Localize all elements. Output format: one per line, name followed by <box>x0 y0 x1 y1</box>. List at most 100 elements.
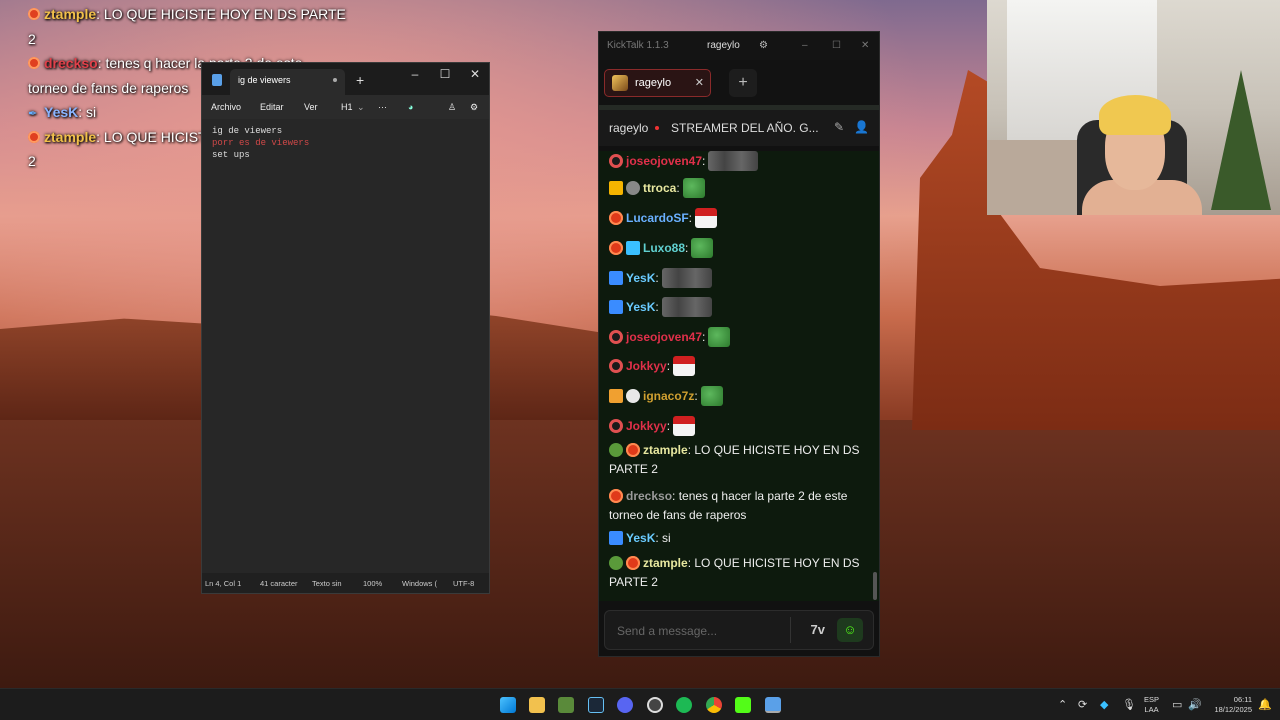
unsaved-dot-icon[interactable] <box>333 78 337 82</box>
language-indicator[interactable]: ESP LAA <box>1144 695 1159 715</box>
pepe-emote-icon[interactable] <box>700 386 723 406</box>
chat-message[interactable]: ztample: LO QUE HICISTE HOY EN DS PARTE … <box>609 554 867 592</box>
sub-badge-icon[interactable] <box>609 330 623 344</box>
defender-icon[interactable]: ◆ <box>1100 698 1108 711</box>
chat-username[interactable]: ztample <box>643 443 688 457</box>
grp-emote-icon[interactable] <box>661 268 712 288</box>
one-badge-icon[interactable] <box>609 181 623 195</box>
discord-icon[interactable] <box>617 697 633 713</box>
og-badge-icon[interactable] <box>609 211 623 225</box>
current-user[interactable]: rageylo <box>707 40 740 51</box>
add-channel-button[interactable]: + <box>729 69 757 97</box>
windows-start-icon[interactable] <box>500 697 516 713</box>
notifications-icon[interactable]: 🔔 <box>1258 698 1272 711</box>
santa-emote-icon[interactable] <box>695 208 718 228</box>
chat-username[interactable]: dreckso <box>626 489 672 503</box>
chat-message[interactable]: dreckso: tenes q hacer la parte 2 de est… <box>609 487 867 525</box>
mod-badge-icon[interactable] <box>609 271 623 285</box>
obs-icon[interactable] <box>647 697 663 713</box>
bot-badge-icon[interactable] <box>609 556 623 570</box>
chat-message[interactable]: YesK: <box>609 268 867 288</box>
chat-message[interactable]: Luxo88: <box>609 238 867 258</box>
sub-badge-icon[interactable] <box>609 359 623 373</box>
chat-message[interactable]: Jokkyy: <box>609 416 867 436</box>
menu-file[interactable]: Archivo <box>211 102 241 112</box>
chat-username[interactable]: joseojoven47 <box>626 154 702 168</box>
chat-username[interactable]: Jokkyy <box>626 359 667 373</box>
bot-badge-icon[interactable] <box>609 443 623 457</box>
chat-username[interactable]: YesK <box>626 271 655 285</box>
chat-message[interactable]: LucardoSF: <box>609 208 867 228</box>
minimize-button[interactable]: – <box>802 40 808 51</box>
chat-message[interactable]: ttroca: <box>609 178 867 198</box>
sub-badge-icon[interactable] <box>609 154 623 168</box>
minecraft-icon[interactable] <box>558 697 574 713</box>
pepe-emote-icon[interactable] <box>708 327 731 347</box>
tab-rageylo[interactable]: rageylo ✕ <box>604 69 711 97</box>
santa-emote-icon[interactable] <box>673 356 696 376</box>
sub-badge-icon[interactable] <box>609 419 623 433</box>
status-zoom[interactable]: 100% <box>363 579 382 588</box>
sync-icon[interactable]: ⟳ <box>1078 698 1087 711</box>
chat-message[interactable]: YesK: si <box>609 529 867 548</box>
chat-message[interactable]: ignaco7z: <box>609 386 867 406</box>
spotify-icon[interactable] <box>676 697 692 713</box>
minimize-button[interactable]: – <box>400 67 430 81</box>
kicktalk-titlebar[interactable]: KickTalk 1.1.3 rageylo ⚙ – ☐ ✕ <box>599 32 879 60</box>
menu-view[interactable]: Ver <box>304 102 318 112</box>
notepad-editor[interactable]: ig de viewers porr es de viewers set ups <box>202 119 489 573</box>
chat-username[interactable]: Luxo88 <box>643 241 685 255</box>
chat-username[interactable]: LucardoSF <box>626 211 689 225</box>
settings-gear-icon[interactable]: ⚙ <box>759 40 768 51</box>
message-input[interactable]: Send a message... 7v ☺ <box>604 610 874 650</box>
og-badge-icon[interactable] <box>609 241 623 255</box>
close-tab-icon[interactable]: ✕ <box>695 76 704 89</box>
chat-username[interactable]: joseojoven47 <box>626 330 702 344</box>
new-tab-button[interactable]: + <box>356 72 364 88</box>
chat-username[interactable]: YesK <box>626 531 655 545</box>
settings-gear-icon[interactable]: ⚙ <box>470 102 478 113</box>
kick-emote-icon[interactable]: ☺ <box>837 618 863 642</box>
og-badge-icon[interactable] <box>626 556 640 570</box>
clock[interactable]: 06:11 18/12/2025 <box>1208 695 1252 715</box>
chat-message[interactable]: ztample: LO QUE HICISTE HOY EN DS PARTE … <box>609 441 867 479</box>
notepad-titlebar[interactable]: ig de viewers + – ☐ ✕ <box>202 63 489 95</box>
user-icon[interactable]: 👤 <box>854 120 869 134</box>
steam-icon[interactable] <box>588 697 604 713</box>
close-button[interactable]: ✕ <box>460 67 490 81</box>
chat-message[interactable]: Jokkyy: <box>609 356 867 376</box>
chat-username[interactable]: ztample <box>643 556 688 570</box>
heading-dropdown[interactable]: H1 <box>341 102 353 112</box>
santa-emote-icon[interactable] <box>673 416 696 436</box>
network-icon[interactable]: ▭ <box>1172 698 1182 711</box>
cube-badge-icon[interactable] <box>626 241 640 255</box>
7tv-badge-icon[interactable] <box>609 389 623 403</box>
chat-message[interactable]: YesK: <box>609 297 867 317</box>
skull-badge-icon[interactable] <box>626 389 640 403</box>
menu-edit[interactable]: Editar <box>260 102 284 112</box>
maximize-button[interactable]: ☐ <box>430 67 460 81</box>
notepad-taskbar-icon[interactable] <box>765 697 781 713</box>
pepe-emote-icon[interactable] <box>682 178 705 198</box>
mod-badge-icon[interactable] <box>609 300 623 314</box>
chat-message[interactable]: joseojoven47: <box>609 151 867 171</box>
kicktalk-window[interactable]: KickTalk 1.1.3 rageylo ⚙ – ☐ ✕ rageylo ✕… <box>598 31 880 657</box>
kick-icon[interactable] <box>735 697 751 713</box>
copilot-icon[interactable]: ◕ <box>408 102 413 112</box>
chat-message[interactable]: joseojoven47: <box>609 327 867 347</box>
close-button[interactable]: ✕ <box>861 40 869 51</box>
chat-username[interactable]: Jokkyy <box>626 419 667 433</box>
chat-messages[interactable]: joseojoven47: ttroca: LucardoSF: Luxo88: Yes… <box>599 151 879 601</box>
maximize-button[interactable]: ☐ <box>832 40 841 51</box>
mod-badge-icon[interactable] <box>609 531 623 545</box>
file-explorer-icon[interactable] <box>529 697 545 713</box>
gray-badge-icon[interactable] <box>626 181 640 195</box>
grp-emote-icon[interactable] <box>708 151 759 171</box>
notepad-tab[interactable]: ig de viewers <box>230 69 345 95</box>
chat-username[interactable]: ignaco7z <box>643 389 694 403</box>
chrome-icon[interactable] <box>706 697 722 713</box>
chevron-down-icon[interactable]: ⌄ <box>357 102 365 113</box>
volume-icon[interactable]: 🔊 <box>1188 698 1202 711</box>
og-badge-icon[interactable] <box>609 489 623 503</box>
og-badge-icon[interactable] <box>626 443 640 457</box>
